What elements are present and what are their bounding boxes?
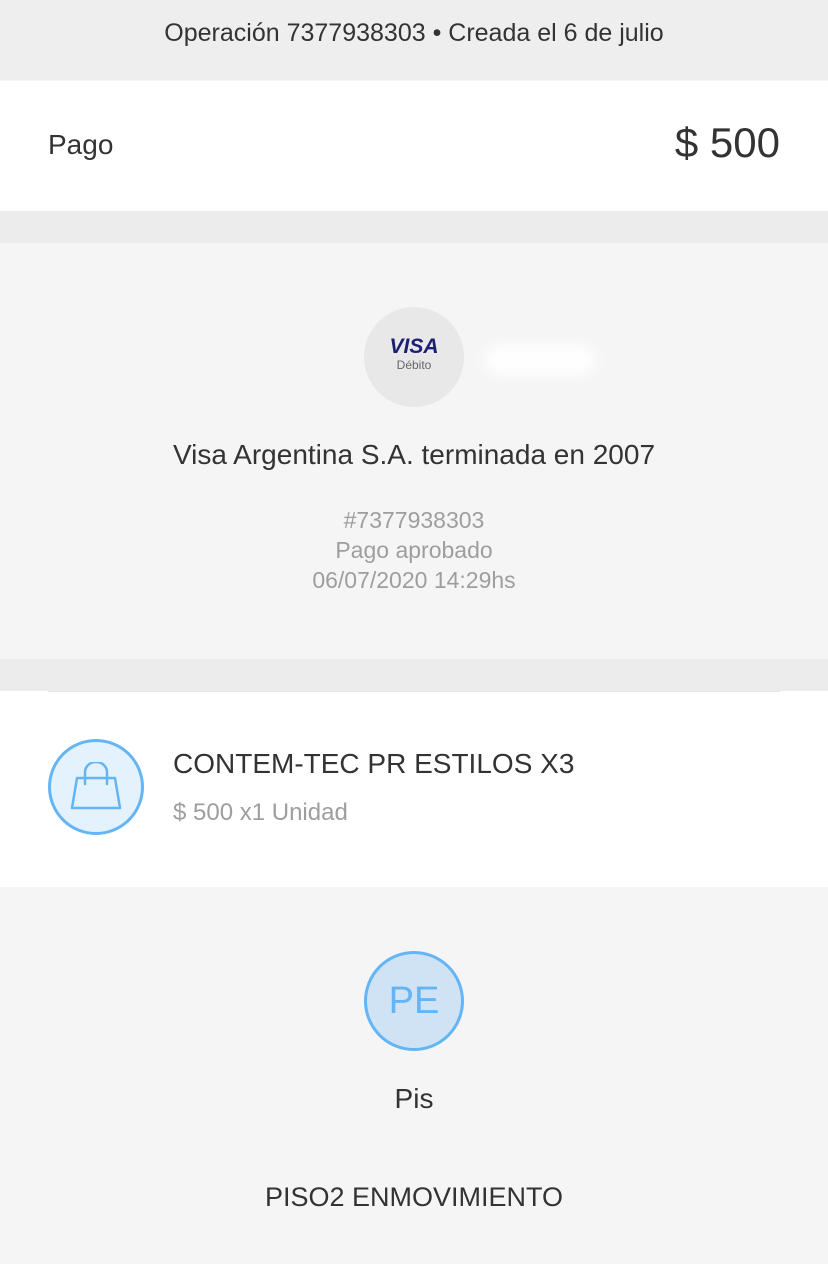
payment-status: Pago aprobado <box>335 537 493 563</box>
operation-text: Operación 7377938303 • Creada el 6 de ju… <box>164 18 664 47</box>
shopping-bag-glyph <box>70 762 122 810</box>
item-title: CONTEM-TEC PR ESTILOS X3 <box>173 748 575 779</box>
shopping-bag-icon <box>48 739 144 835</box>
card-type-label: Débito <box>396 358 432 372</box>
blurred-card-number <box>484 345 596 375</box>
payment-summary-row: Pago $ 500 <box>0 81 828 211</box>
section-divider <box>0 659 828 691</box>
payment-amount: $ 500 <box>674 119 780 166</box>
payment-method-section: VISA Débito Visa Argentina S.A. terminad… <box>0 243 828 659</box>
card-name: Visa Argentina S.A. terminada en 2007 <box>172 439 656 470</box>
purchased-item-row[interactable]: CONTEM-TEC PR ESTILOS X3 $ 500 x1 Unidad <box>0 691 828 887</box>
payment-reference: #7377938303 <box>343 507 485 533</box>
item-price-quantity: $ 500 x1 Unidad <box>173 799 348 826</box>
section-divider <box>0 211 828 243</box>
payment-datetime: 06/07/2020 14:29hs <box>312 567 516 593</box>
operation-header: Operación 7377938303 • Creada el 6 de ju… <box>0 0 828 80</box>
visa-debit-logo: VISA Débito <box>364 307 464 407</box>
item-divider <box>48 691 780 692</box>
payment-details: #7377938303 Pago aprobado 06/07/2020 14:… <box>0 505 828 595</box>
payment-label: Pago <box>48 129 114 160</box>
seller-section: PE Pis PISO2 ENMOVIMIENTO <box>0 887 828 1264</box>
card-brand-label: VISA <box>389 335 439 358</box>
seller-store-name: PISO2 ENMOVIMIENTO <box>264 1182 564 1212</box>
seller-avatar: PE <box>364 951 464 1051</box>
seller-name: Pis <box>394 1083 434 1114</box>
